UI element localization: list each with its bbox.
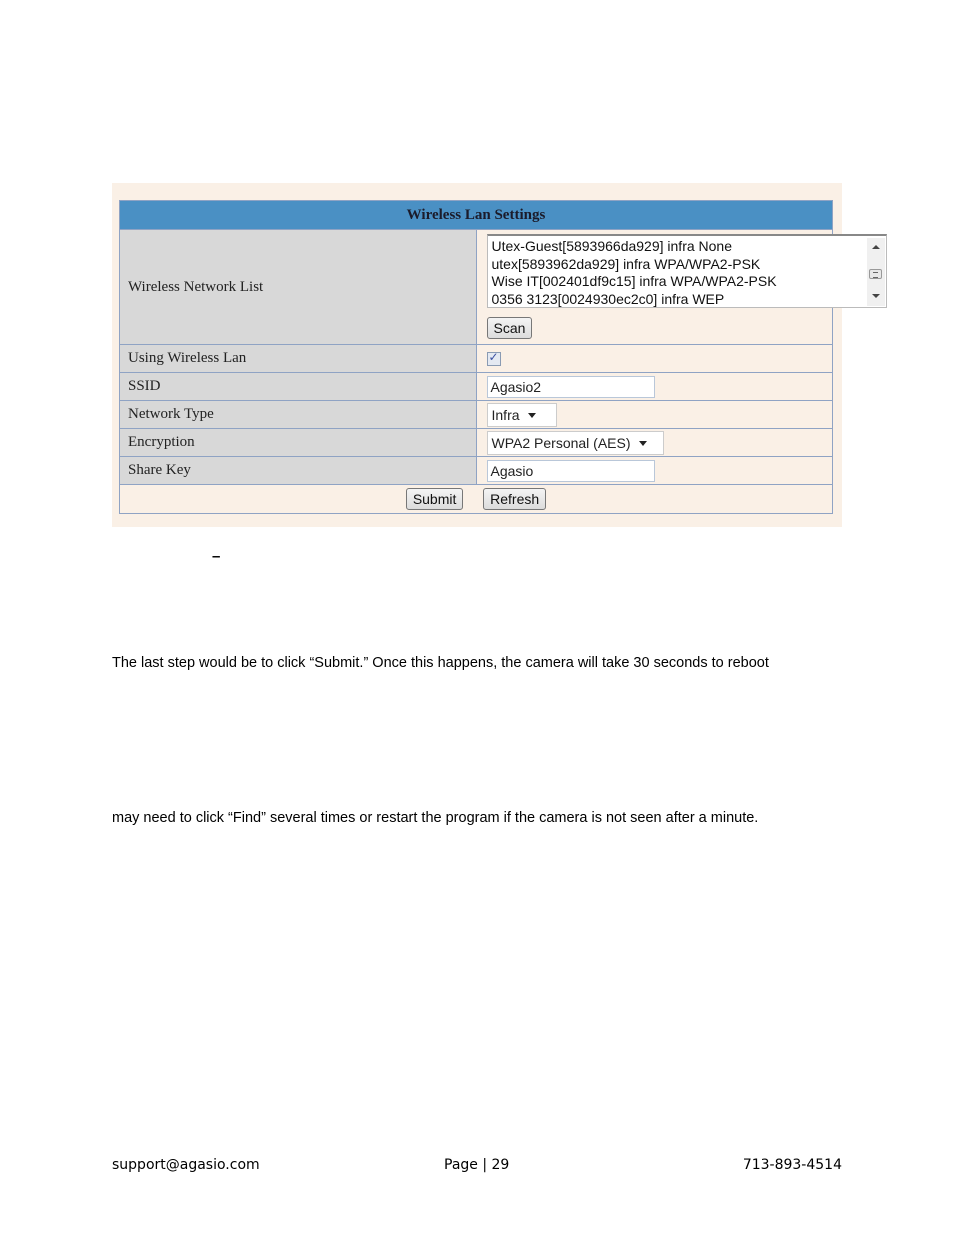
network-type-select[interactable]: Infra — [486, 402, 557, 427]
footer-email: support@agasio.com — [112, 1157, 260, 1173]
paragraph-submit-instructions: The last step would be to click “Submit.… — [112, 655, 769, 671]
using-wireless-lan-checkbox[interactable] — [486, 350, 501, 366]
network-list-item[interactable]: 0356 3123[0024930ec2c0] infra WEP — [492, 291, 886, 308]
network-type-value: Infra — [491, 406, 520, 423]
ssid-label: SSID — [119, 372, 477, 401]
wireless-lan-settings-table: Wireless Lan Settings Wireless Network L… — [119, 200, 887, 514]
wireless-settings-screenshot: Wireless Lan Settings Wireless Network L… — [112, 183, 887, 527]
wireless-network-listbox[interactable]: Utex-Guest[5893966da929] infra None utex… — [486, 234, 887, 308]
encryption-select[interactable]: WPA2 Personal (AES) — [486, 430, 664, 455]
share-key-label: Share Key — [119, 456, 477, 485]
network-list-item[interactable]: utex[5893962da929] infra WPA/WPA2-PSK — [492, 256, 886, 274]
scroll-up-arrow-icon[interactable] — [871, 245, 880, 249]
refresh-button[interactable]: Refresh — [483, 488, 547, 510]
footer-page-number: Page | 29 — [444, 1157, 510, 1173]
submit-button[interactable]: Submit — [405, 488, 464, 510]
share-key-input[interactable]: Agasio — [486, 459, 655, 482]
scroll-thumb[interactable] — [868, 269, 882, 279]
chevron-down-icon — [527, 413, 536, 419]
chevron-down-icon — [638, 441, 647, 447]
stray-dash: – — [212, 548, 221, 565]
scan-button[interactable]: Scan — [486, 317, 533, 339]
network-type-label: Network Type — [119, 400, 477, 429]
action-row: Submit Refresh — [119, 484, 833, 514]
encryption-label: Encryption — [119, 428, 477, 457]
network-list-item[interactable]: Wise IT[002401df9c15] infra WPA/WPA2-PSK — [492, 273, 886, 291]
paragraph-find-instructions: may need to click “Find” several times o… — [112, 810, 759, 826]
encryption-value: WPA2 Personal (AES) — [491, 434, 631, 451]
scroll-down-arrow-icon[interactable] — [871, 294, 880, 298]
using-wireless-lan-label: Using Wireless Lan — [119, 344, 477, 373]
footer-phone: 713-893-4514 — [742, 1157, 842, 1173]
network-list-scrollbar[interactable] — [866, 238, 885, 306]
panel-title: Wireless Lan Settings — [119, 200, 833, 230]
network-list-label: Wireless Network List — [119, 229, 477, 345]
ssid-input[interactable]: Agasio2 — [486, 375, 655, 398]
network-list-cell: Utex-Guest[5893966da929] infra None utex… — [475, 229, 887, 345]
network-list-item[interactable]: Utex-Guest[5893966da929] infra None — [492, 238, 886, 256]
